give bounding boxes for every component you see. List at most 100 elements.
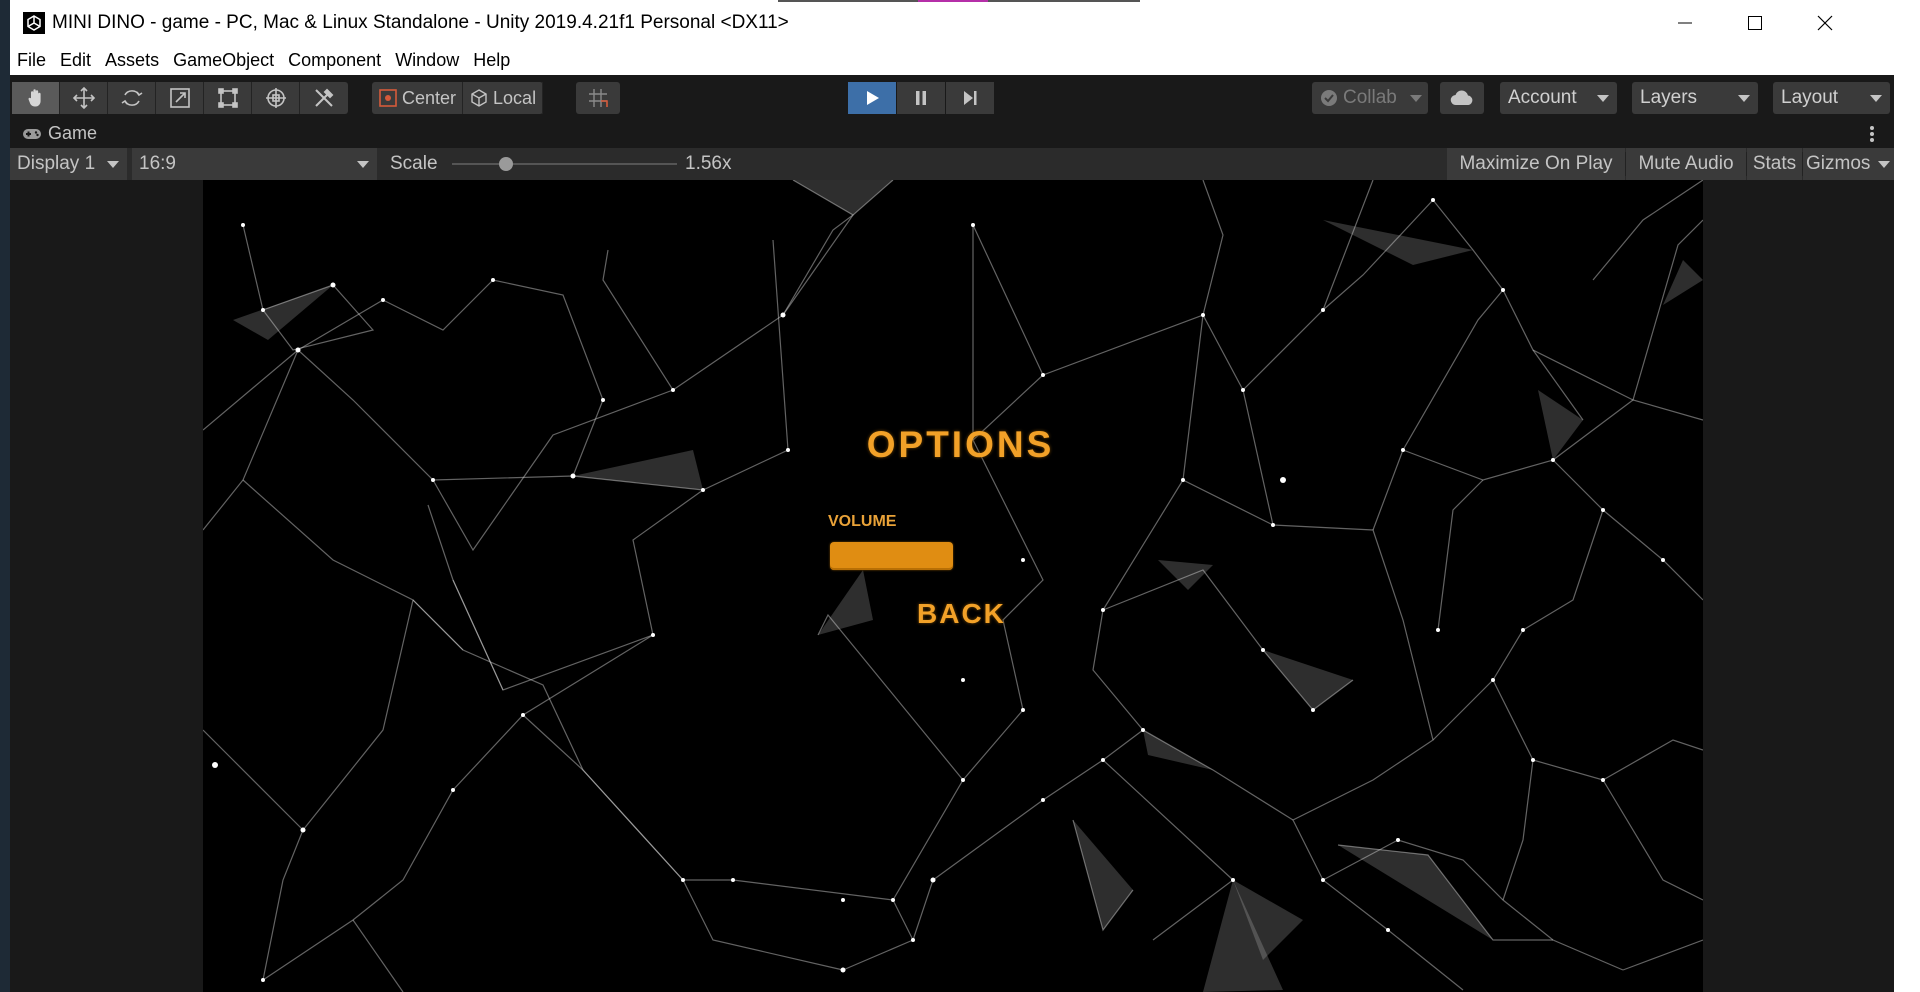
account-label: Account	[1508, 87, 1577, 108]
account-dropdown[interactable]: Account	[1500, 82, 1617, 114]
account-caret-icon	[1597, 95, 1609, 102]
gizmos-caret-icon	[1878, 161, 1890, 168]
pivot-center-icon	[379, 89, 397, 107]
collab-check-icon	[1321, 90, 1337, 106]
layout-label: Layout	[1781, 87, 1839, 108]
title-accent-line	[778, 0, 1140, 2]
game-view: OPTIONS VOLUME BACK	[10, 180, 1894, 992]
pivot-rotation-label: Local	[493, 87, 537, 108]
minimize-icon	[1678, 22, 1692, 23]
display-label: Display 1	[17, 153, 96, 174]
rotate-tool-icon	[121, 90, 142, 106]
transform-tool-icon	[265, 88, 286, 108]
game-view-controls: Display 1 16:9 Scale 1.56x Maximize On P…	[10, 148, 1894, 180]
grid-snap-group	[576, 82, 620, 114]
collab-caret-icon	[1410, 95, 1422, 102]
scale-tool-button[interactable]	[156, 82, 204, 114]
game-viewport[interactable]: OPTIONS VOLUME BACK	[203, 180, 1703, 992]
maximize-on-play-label: Maximize On Play	[1459, 153, 1613, 174]
menu-file[interactable]: File	[10, 50, 53, 71]
pause-button[interactable]	[897, 82, 945, 114]
stats-label: Stats	[1752, 153, 1797, 174]
pivot-mode-toggle[interactable]: Center	[372, 82, 464, 114]
gamepad-icon	[23, 128, 41, 139]
rect-tool-icon	[217, 88, 238, 108]
transform-tools	[12, 82, 348, 114]
mute-audio-toggle[interactable]: Mute Audio	[1626, 148, 1746, 180]
layers-caret-icon	[1738, 95, 1750, 102]
layout-caret-icon	[1870, 95, 1882, 102]
menu-assets[interactable]: Assets	[98, 50, 166, 71]
panel-menu-icon[interactable]	[1870, 126, 1874, 144]
options-title: OPTIONS	[866, 424, 1055, 465]
custom-tool-icon	[315, 88, 334, 107]
aspect-dropdown[interactable]: 16:9	[132, 148, 377, 180]
scale-value: 1.56x	[685, 153, 732, 174]
scale-slider-track[interactable]	[452, 163, 677, 165]
menu-edit[interactable]: Edit	[53, 50, 98, 71]
scale-tool-icon	[169, 88, 190, 108]
layout-dropdown[interactable]: Layout	[1773, 82, 1890, 114]
pivot-mode-label: Center	[402, 87, 457, 108]
back-button[interactable]: BACK	[917, 598, 1006, 630]
plexus-background	[203, 180, 1703, 992]
display-dropdown[interactable]: Display 1	[10, 148, 127, 180]
maximize-button[interactable]	[1720, 0, 1790, 45]
gizmos-dropdown[interactable]: Gizmos	[1803, 148, 1894, 180]
grid-snap-icon	[589, 89, 608, 107]
game-tab-bar: Game	[10, 119, 1894, 148]
scale-slider-thumb[interactable]	[499, 157, 513, 171]
menu-gameobject[interactable]: GameObject	[166, 50, 281, 71]
layers-label: Layers	[1640, 87, 1698, 108]
rotate-tool-button[interactable]	[108, 82, 156, 114]
main-toolbar: Center Local Collab Account Layers Layou…	[10, 75, 1894, 119]
minimize-button[interactable]	[1650, 0, 1720, 45]
menu-window[interactable]: Window	[388, 50, 466, 71]
hand-tool-icon	[27, 89, 41, 107]
collab-label: Collab	[1343, 87, 1397, 108]
menu-help[interactable]: Help	[466, 50, 517, 71]
title-bar: MINI DINO - game - PC, Mac & Linux Stand…	[10, 0, 1894, 45]
scale-control: Scale 1.56x	[382, 148, 740, 180]
pivot-toggles: Center Local	[372, 82, 544, 114]
rect-tool-button[interactable]	[204, 82, 252, 114]
unity-editor-window: MINI DINO - game - PC, Mac & Linux Stand…	[10, 0, 1894, 992]
pivot-rotation-toggle[interactable]: Local	[463, 82, 544, 114]
cloud-button[interactable]	[1440, 82, 1484, 114]
gizmos-label: Gizmos	[1806, 153, 1871, 174]
cloud-icon	[1450, 90, 1473, 106]
display-caret-icon	[107, 161, 119, 168]
maximize-on-play-toggle[interactable]: Maximize On Play	[1447, 148, 1625, 180]
tab-game[interactable]: Game	[10, 119, 97, 148]
scale-label: Scale	[390, 153, 438, 174]
step-button[interactable]	[946, 82, 994, 114]
stats-toggle[interactable]: Stats	[1747, 148, 1802, 180]
window-title: MINI DINO - game - PC, Mac & Linux Stand…	[52, 11, 789, 33]
unity-logo-icon	[23, 11, 45, 34]
mute-audio-label: Mute Audio	[1638, 153, 1734, 174]
aspect-caret-icon	[357, 161, 369, 168]
maximize-icon	[1748, 15, 1762, 30]
custom-tool-button[interactable]	[300, 82, 348, 114]
desktop-right-edge	[1894, 0, 1920, 992]
step-icon	[964, 91, 977, 105]
volume-label: VOLUME	[828, 513, 897, 530]
move-tool-button[interactable]	[60, 82, 108, 114]
transform-tool-button[interactable]	[252, 82, 300, 114]
aspect-label: 16:9	[139, 153, 176, 174]
menu-component[interactable]: Component	[281, 50, 388, 71]
collab-dropdown[interactable]: Collab	[1312, 82, 1428, 114]
close-icon	[1817, 15, 1833, 30]
move-tool-icon	[72, 86, 95, 110]
layers-dropdown[interactable]: Layers	[1632, 82, 1758, 114]
tab-game-label: Game	[48, 123, 98, 143]
hand-tool-button[interactable]	[12, 82, 60, 114]
close-button[interactable]	[1790, 0, 1860, 45]
grid-snap-button[interactable]	[576, 82, 620, 114]
play-icon	[867, 91, 879, 105]
menu-bar: File Edit Assets GameObject Component Wi…	[10, 45, 1894, 75]
local-cube-icon	[471, 89, 487, 107]
volume-slider[interactable]	[830, 542, 953, 570]
play-button[interactable]	[848, 82, 896, 114]
pause-icon	[916, 91, 926, 105]
